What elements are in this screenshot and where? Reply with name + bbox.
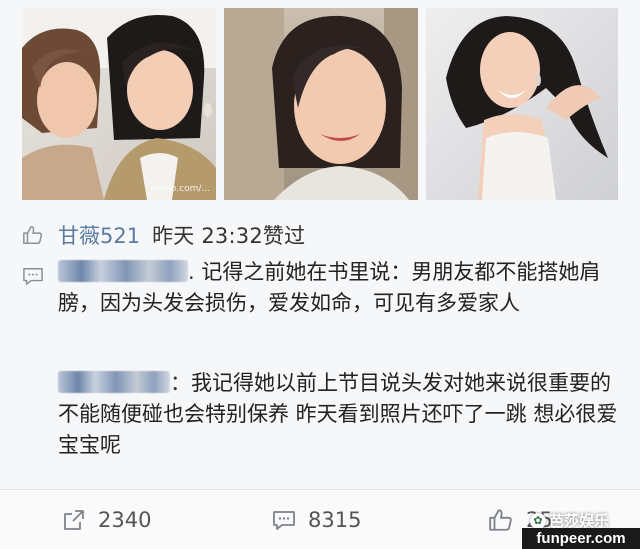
comment-separator: . xyxy=(188,260,195,284)
photo-2[interactable] xyxy=(224,8,418,200)
photo-grid: weibo.com/... xyxy=(0,0,640,214)
comment-button[interactable]: 8315 xyxy=(272,506,361,534)
comment-icon xyxy=(272,509,296,531)
commenter-name-blurred[interactable] xyxy=(58,260,188,282)
comment-item: ：我记得她以前上节目说头发对她来说很重要的 不能随便碰也会特别保养 昨天看到照片… xyxy=(58,368,620,461)
like-record: 甘薇521 昨天 23:32赞过 xyxy=(22,218,622,252)
comment-item: . 记得之前她在书里说：男朋友都不能搭她肩膀，因为头发会损伤，爱发如命，可见有多… xyxy=(58,257,620,319)
photo-1[interactable]: weibo.com/... xyxy=(22,8,216,200)
photo-watermark: weibo.com/... xyxy=(149,184,210,194)
site-watermark: funpeer.com xyxy=(522,528,640,549)
repost-count: 2340 xyxy=(98,508,152,532)
brand-logo-icon: ✿ xyxy=(530,512,546,529)
like-timestamp: 昨天 23:32赞过 xyxy=(152,224,306,248)
commenter-name-blurred[interactable] xyxy=(58,371,170,393)
photo-3[interactable] xyxy=(426,8,618,200)
comment-list: . 记得之前她在书里说：男朋友都不能搭她肩膀，因为头发会损伤，爱发如命，可见有多… xyxy=(22,256,620,478)
comment-bubble-icon xyxy=(22,266,44,290)
comment-count: 8315 xyxy=(308,508,362,532)
thumbs-up-icon xyxy=(22,224,44,246)
repost-button[interactable]: 2340 xyxy=(62,506,151,534)
comment-separator: ： xyxy=(170,371,191,395)
repost-icon xyxy=(62,508,86,532)
like-icon xyxy=(488,507,514,533)
liker-username[interactable]: 甘薇521 xyxy=(58,220,140,250)
